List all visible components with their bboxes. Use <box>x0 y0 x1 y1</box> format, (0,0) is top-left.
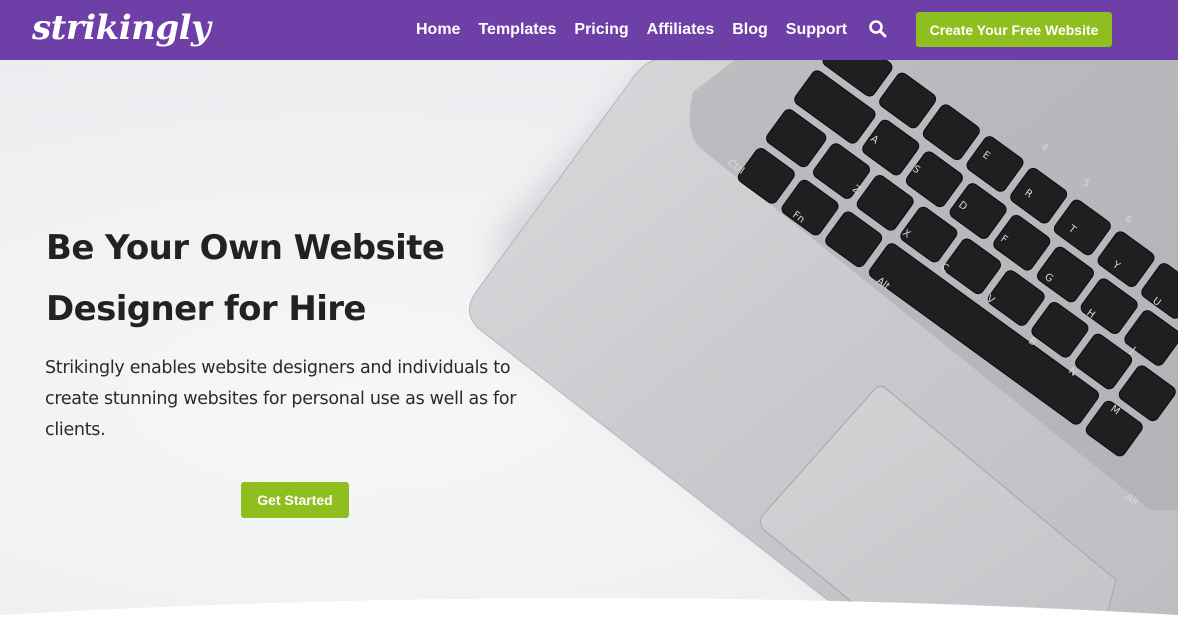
nav-templates-link[interactable]: Templates <box>478 21 556 39</box>
hero-heading-line1: Be Your Own Website <box>46 228 445 268</box>
main-nav: Home Templates Pricing Affiliates Blog S… <box>416 0 865 60</box>
strikingly-logo[interactable]: strikingly <box>32 6 211 50</box>
nav-support-link[interactable]: Support <box>786 21 847 39</box>
laptop-keyboard-image: Ctrl Fn Alt Alt A Z X C V B N M S D F G … <box>469 60 1178 625</box>
create-free-website-button[interactable]: Create Your Free Website <box>916 12 1112 47</box>
nav-affiliates-link[interactable]: Affiliates <box>647 21 715 39</box>
top-navbar: strikingly Home Templates Pricing Affili… <box>0 0 1178 60</box>
hero-heading-line2: Designer for Hire <box>46 289 366 329</box>
bottom-curve-divider <box>0 598 1178 625</box>
nav-home-link[interactable]: Home <box>416 21 460 39</box>
search-icon[interactable] <box>868 19 888 39</box>
nav-blog-link[interactable]: Blog <box>732 21 768 39</box>
get-started-button[interactable]: Get Started <box>241 482 349 518</box>
hero-section: Ctrl Fn Alt Alt A Z X C V B N M S D F G … <box>0 60 1178 625</box>
hero-description: Strikingly enables website designers and… <box>45 358 517 440</box>
hero-heading: Be Your Own Website Designer for Hire <box>46 218 486 340</box>
nav-pricing-link[interactable]: Pricing <box>574 21 628 39</box>
